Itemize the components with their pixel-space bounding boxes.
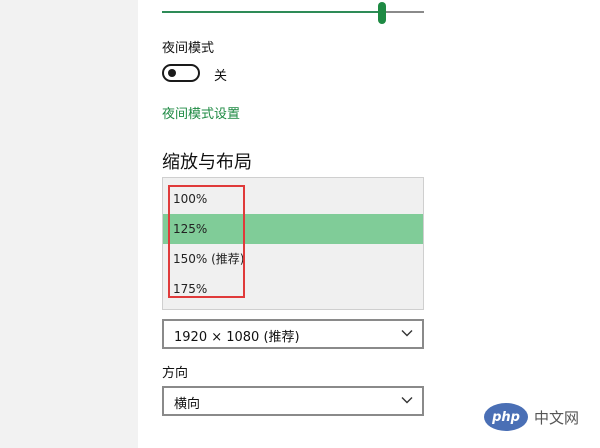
scale-option-175[interactable]: 175% (163, 274, 423, 304)
scale-layout-title: 缩放与布局 (162, 152, 252, 173)
night-mode-settings-link[interactable]: 夜间模式设置 (162, 103, 240, 122)
resolution-dropdown[interactable]: 1920 × 1080 (推荐) (162, 319, 424, 349)
resolution-value: 1920 × 1080 (推荐) (174, 330, 300, 345)
scale-options-list[interactable]: 100% 125% 150% (推荐) 175% (162, 177, 424, 310)
slider-track-empty (382, 11, 424, 13)
night-mode-label: 夜间模式 (162, 41, 215, 56)
php-logo-icon: php (484, 403, 528, 431)
slider-thumb[interactable] (378, 2, 386, 24)
toggle-knob (168, 69, 176, 77)
scale-option-125[interactable]: 125% (163, 214, 423, 244)
night-mode-state: 关 (214, 69, 228, 84)
orientation-value: 横向 (174, 397, 201, 412)
orientation-label: 方向 (162, 366, 189, 381)
chevron-down-icon (401, 397, 413, 404)
scale-option-100[interactable]: 100% (163, 184, 423, 214)
slider-track-filled (162, 11, 382, 13)
orientation-dropdown[interactable]: 横向 (162, 386, 424, 416)
scale-option-150[interactable]: 150% (推荐) (163, 244, 423, 274)
left-sidebar (0, 0, 138, 448)
night-mode-toggle[interactable] (162, 64, 200, 82)
chevron-down-icon (401, 330, 413, 337)
watermark-text: 中文网 (534, 408, 580, 427)
site-watermark: php 中文网 (484, 398, 579, 436)
